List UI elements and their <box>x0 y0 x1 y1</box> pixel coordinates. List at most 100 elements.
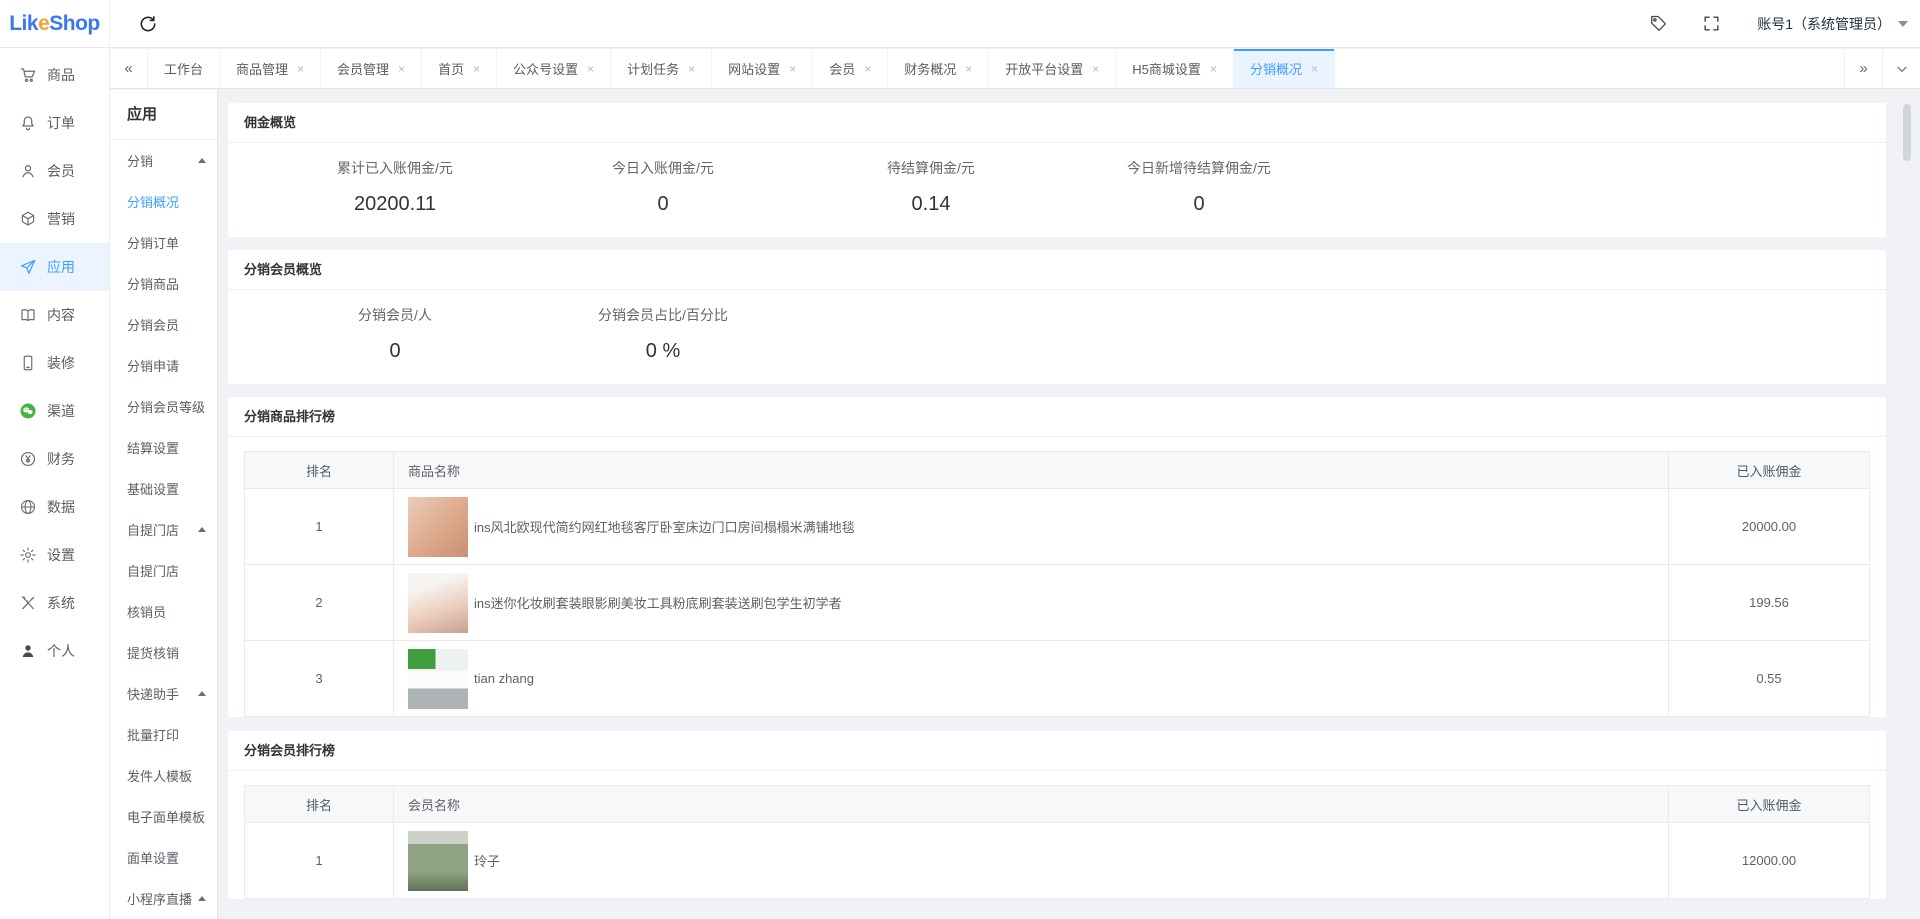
caret-down-icon <box>1898 21 1908 27</box>
vertical-scrollbar-thumb[interactable] <box>1903 104 1911 161</box>
submenu-item-distribution-goods[interactable]: 分销商品 <box>110 263 217 304</box>
rank-cell: 1 <box>245 823 394 898</box>
tab-close-icon[interactable]: × <box>864 62 871 76</box>
submenu-item-pickup-store[interactable]: 自提门店 <box>110 550 217 591</box>
sidebar-item-channel[interactable]: 渠道 <box>0 387 109 435</box>
tab-home[interactable]: 首页× <box>422 49 497 88</box>
submenu-group-miniprogram-live[interactable]: 小程序直播 <box>110 878 217 919</box>
submenu-item-distribution-member-levels[interactable]: 分销会员等级 <box>110 386 217 427</box>
submenu-item-verifier[interactable]: 核销员 <box>110 591 217 632</box>
sidebar-item-profile[interactable]: 个人 <box>0 627 109 675</box>
mop-product-image <box>408 649 468 709</box>
tab-close-icon[interactable]: × <box>688 62 695 76</box>
stat-label: 分销会员/人 <box>261 305 529 325</box>
submenu-item-waybill-settings[interactable]: 面单设置 <box>110 837 217 878</box>
submenu-item-pickup-verification[interactable]: 提货核销 <box>110 632 217 673</box>
tabs-scroll-right-button[interactable]: » <box>1844 49 1882 88</box>
tab-label: 会员管理 <box>337 59 389 78</box>
submenu-item-sender-template[interactable]: 发件人模板 <box>110 755 217 796</box>
submenu-group-pickup-store[interactable]: 自提门店 <box>110 509 217 550</box>
sidebar-item-system[interactable]: 系统 <box>0 579 109 627</box>
account-dropdown[interactable]: 账号1（系统管理员） <box>1757 14 1908 34</box>
tab-close-icon[interactable]: × <box>297 62 304 76</box>
tab-member[interactable]: 会员× <box>813 49 888 88</box>
tab-h5-mall-settings[interactable]: H5商城设置 × <box>1116 49 1234 88</box>
sidebar-item-content[interactable]: 内容 <box>0 291 109 339</box>
submenu-item-settlement-settings[interactable]: 结算设置 <box>110 427 217 468</box>
submenu-group-distribution[interactable]: 分销 <box>110 140 217 181</box>
sidebar-item-data[interactable]: 数据 <box>0 483 109 531</box>
submenu-item-distribution-overview[interactable]: 分销概况 <box>110 181 217 222</box>
tab-close-icon[interactable]: × <box>1311 62 1318 76</box>
sidebar-item-finance[interactable]: 财务 <box>0 435 109 483</box>
tab-close-icon[interactable]: × <box>965 62 972 76</box>
member-ranking-card: 分销会员排行榜 排名 会员名称 已入账佣金 1 玲子 12000.00 <box>228 731 1886 899</box>
column-header-commission: 已入账佣金 <box>1669 786 1869 822</box>
sidebar-item-apps[interactable]: 应用 <box>0 243 109 291</box>
card-title: 分销会员概览 <box>228 250 1886 290</box>
submenu-item-batch-print[interactable]: 批量打印 <box>110 714 217 755</box>
member-overview-card: 分销会员概览 分销会员/人 0 分销会员占比/百分比 0 % <box>228 250 1886 384</box>
tab-close-icon[interactable]: × <box>1092 62 1099 76</box>
tab-close-icon[interactable]: × <box>1210 62 1217 76</box>
goods-name-cell: tian zhang <box>394 641 1669 716</box>
column-header-rank: 排名 <box>245 452 394 488</box>
sidebar-item-label: 个人 <box>47 641 75 661</box>
submenu-item-label: 面单设置 <box>127 848 179 867</box>
submenu-item-basic-settings[interactable]: 基础设置 <box>110 468 217 509</box>
table-row: 1 玲子 12000.00 <box>245 822 1869 898</box>
sidebar-item-decoration[interactable]: 装修 <box>0 339 109 387</box>
stat-label: 待结算佣金/元 <box>797 158 1065 178</box>
submenu-item-e-waybill-template[interactable]: 电子面单模板 <box>110 796 217 837</box>
tab-label: H5商城设置 <box>1132 59 1201 78</box>
tab-member-management[interactable]: 会员管理 × <box>321 49 422 88</box>
submenu-item-label: 基础设置 <box>127 479 179 498</box>
tab-scheduled-tasks[interactable]: 计划任务× <box>611 49 712 88</box>
tab-open-platform-settings[interactable]: 开放平台设置 × <box>989 49 1116 88</box>
submenu-item-distribution-members[interactable]: 分销会员 <box>110 304 217 345</box>
sidebar-item-settings[interactable]: 设置 <box>0 531 109 579</box>
sidebar-item-label: 应用 <box>47 257 75 277</box>
sidebar-item-label: 财务 <box>47 449 75 469</box>
tabs-scroll-left-button[interactable]: « <box>110 49 148 88</box>
tab-finance-overview[interactable]: 财务概况× <box>888 49 989 88</box>
refresh-icon[interactable] <box>138 14 158 34</box>
submenu-title: 应用 <box>110 90 217 140</box>
topbar-right-controls: 账号1（系统管理员） <box>1649 14 1920 34</box>
tab-distribution-overview[interactable]: 分销概况× <box>1234 49 1335 88</box>
submenu-item-label: 结算设置 <box>127 438 179 457</box>
logo-text: LikeShop <box>9 12 100 36</box>
sidebar-item-label: 装修 <box>47 353 75 373</box>
submenu-item-label: 提货核销 <box>127 643 179 662</box>
wechat-icon <box>19 402 37 420</box>
tab-workbench[interactable]: 工作台 <box>148 49 220 88</box>
submenu-item-distribution-applications[interactable]: 分销申请 <box>110 345 217 386</box>
sidebar-item-orders[interactable]: 订单 <box>0 99 109 147</box>
tab-close-icon[interactable]: × <box>473 62 480 76</box>
tab-label: 公众号设置 <box>513 59 578 78</box>
tab-official-account-settings[interactable]: 公众号设置 × <box>497 49 611 88</box>
tabs-menu-button[interactable] <box>1882 49 1920 88</box>
main-content: 佣金概览 累计已入账佣金/元 20200.11 今日入账佣金/元 0 待结算佣金… <box>218 90 1920 919</box>
stat-pending-commission: 待结算佣金/元 0.14 <box>797 158 1065 216</box>
tab-close-icon[interactable]: × <box>789 62 796 76</box>
open-page-tabs: 工作台 商品管理× 会员管理 × 首页× 公众号设置 × 计划任务× 网站设置× 会… <box>148 49 1844 88</box>
goods-name-cell: ins迷你化妆刷套装眼影刷美妆工具粉底刷套装送刷包学生初学者 <box>394 565 1669 640</box>
tag-icon[interactable] <box>1649 14 1668 33</box>
yen-circle-icon <box>19 450 37 468</box>
tab-label: 开放平台设置 <box>1005 59 1083 78</box>
submenu-group-express-helper[interactable]: 快递助手 <box>110 673 217 714</box>
stat-value: 20200.11 <box>261 193 529 216</box>
sidebar-item-goods[interactable]: 商品 <box>0 51 109 99</box>
tab-close-icon[interactable]: × <box>587 62 594 76</box>
tab-close-icon[interactable]: × <box>398 62 405 76</box>
logo-part-3: Shop <box>49 12 100 35</box>
sidebar-item-marketing[interactable]: 营销 <box>0 195 109 243</box>
tab-goods-management[interactable]: 商品管理× <box>220 49 321 88</box>
fullscreen-icon[interactable] <box>1702 14 1721 33</box>
sidebar-item-members[interactable]: 会员 <box>0 147 109 195</box>
submenu-item-distribution-orders[interactable]: 分销订单 <box>110 222 217 263</box>
commission-cell: 0.55 <box>1669 641 1869 716</box>
admin-app: LikeShop 账号1（系统管理员） « 工作台 商品管理× 会员管理 × 首页… <box>0 0 1920 919</box>
tab-website-settings[interactable]: 网站设置× <box>712 49 813 88</box>
